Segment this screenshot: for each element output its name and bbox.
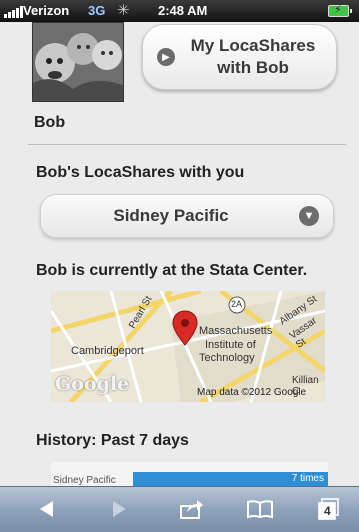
status-bar: Verizon 3G ✳ 2:48 AM ⚡ — [0, 0, 359, 22]
map-attribution: Map data ©2012 Google — [197, 387, 307, 398]
locashare-selected-value: Sidney Pacific — [113, 206, 229, 225]
bookmarks-icon[interactable] — [243, 495, 277, 523]
locashares-heading: Bob's LocaShares with you — [36, 164, 245, 181]
locashare-select[interactable]: Sidney Pacific ▼ — [40, 194, 334, 238]
my-locashares-label-line1: My LocaShares — [190, 36, 316, 55]
back-icon[interactable] — [32, 495, 62, 523]
location-map[interactable]: 2A Pearl St Albany St Vassar St Cambridg… — [51, 291, 325, 402]
route-badge: 2A — [231, 299, 243, 309]
chevron-right-icon: ▶ — [157, 48, 175, 66]
clock: 2:48 AM — [158, 3, 208, 18]
browser-toolbar: 4 — [0, 486, 359, 532]
share-icon[interactable] — [175, 495, 209, 523]
map-label: Institute of — [205, 339, 256, 351]
profile-name: Bob — [34, 114, 66, 131]
forward-icon[interactable] — [104, 495, 134, 523]
history-chart: Sidney Pacific 7 times — [51, 462, 328, 486]
google-logo: Google — [55, 373, 130, 395]
activity-spinner-icon: ✳ — [117, 2, 130, 19]
battery-charging-icon: ⚡ — [328, 4, 352, 17]
carrier-name: Verizon — [23, 3, 70, 18]
signal-strength-icon — [4, 6, 23, 18]
history-value-label: 7 times — [291, 473, 324, 484]
current-location-text: Bob is currently at the Stata Center. — [36, 262, 308, 279]
my-locashares-label: My LocaShares with Bob — [183, 35, 323, 79]
map-label: Technology — [199, 352, 255, 364]
map-label: Massachusetts — [199, 325, 273, 337]
network-type: 3G — [88, 3, 106, 18]
my-locashares-label-line2: with Bob — [217, 58, 289, 77]
tabs-icon[interactable]: 4 — [314, 495, 344, 523]
tabs-count: 4 — [324, 504, 331, 518]
map-label: Cambridgeport — [71, 345, 144, 357]
my-locashares-button[interactable]: ▶ My LocaShares with Bob — [142, 24, 337, 90]
chevron-down-icon: ▼ — [299, 206, 319, 226]
avatar — [32, 22, 124, 102]
history-heading: History: Past 7 days — [36, 432, 189, 449]
history-category-label: Sidney Pacific — [53, 475, 116, 486]
divider — [28, 144, 346, 145]
